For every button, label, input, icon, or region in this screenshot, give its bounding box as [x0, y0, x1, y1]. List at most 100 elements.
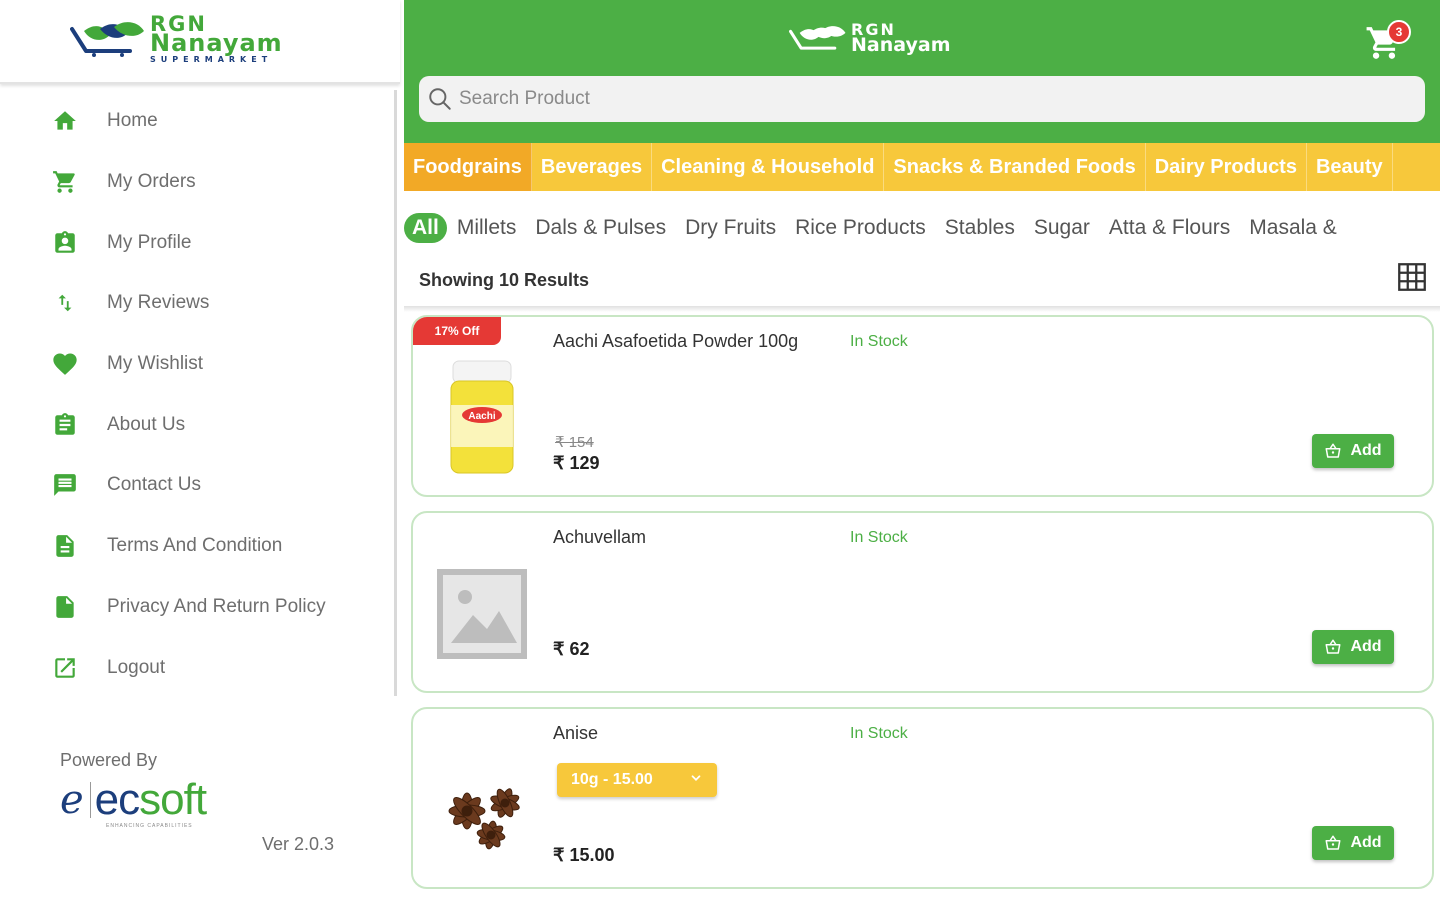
subcategory-tabs: All Millets Dals & Pulses Dry Fruits Ric… [404, 208, 1440, 248]
home-icon [51, 107, 79, 135]
product-mrp: ₹ 154 [555, 434, 594, 451]
sidebar-item-my-reviews[interactable]: My Reviews [0, 273, 394, 334]
subtab-millets[interactable]: Millets [457, 216, 517, 240]
subtab-atta-flours[interactable]: Atta & Flours [1109, 216, 1230, 240]
product-card[interactable]: 17% Off Aachi Aachi Asafoetida Powder 10… [411, 315, 1434, 497]
cart-icon [51, 168, 79, 196]
tab-cleaning-household[interactable]: Cleaning & Household [652, 143, 885, 191]
list-header-shadow [404, 306, 1440, 312]
logout-icon [51, 654, 79, 682]
vendor-e-mark-icon: e [60, 777, 84, 823]
brand-line-2: Nanayam [150, 29, 283, 57]
sidebar-item-label: Terms And Condition [107, 535, 283, 557]
vendor-name: ecsoft [94, 775, 207, 824]
powered-by-label: Powered By [60, 750, 158, 770]
add-to-cart-button[interactable]: Add [1312, 630, 1394, 664]
search-input[interactable] [459, 88, 1359, 110]
sidebar-item-my-orders[interactable]: My Orders [0, 152, 394, 213]
product-price: ₹ 15.00 [553, 845, 615, 865]
variant-select[interactable]: 10g - 15.00 [557, 763, 717, 797]
tab-beverages[interactable]: Beverages [532, 143, 653, 191]
swap-vertical-icon [51, 289, 79, 317]
discount-badge: 17% Off [413, 317, 501, 345]
sidebar-menu: Home My Orders My Profile My Reviews My … [0, 91, 394, 698]
header-bar: RGN Nanayam 3 [404, 0, 1440, 143]
sidebar-item-label: My Profile [107, 231, 192, 253]
add-to-cart-button[interactable]: Add [1312, 826, 1394, 860]
basket-icon [1325, 639, 1341, 654]
product-name: Achuvellam [553, 527, 647, 547]
basket-icon [1325, 443, 1341, 458]
product-price: ₹ 62 [553, 639, 590, 659]
leaf-cart-logo-icon [789, 25, 846, 50]
variant-select-value: 10g - 15.00 [571, 771, 653, 788]
sidebar-item-contact-us[interactable]: Contact Us [0, 455, 394, 516]
brand-logo[interactable]: RGN Nanayam SUPERMARKET [70, 14, 283, 64]
stock-status: In Stock [850, 725, 908, 742]
sidebar-item-terms[interactable]: Terms And Condition [0, 516, 394, 577]
add-button-label: Add [1350, 638, 1382, 655]
add-button-label: Add [1350, 834, 1382, 851]
search-bar[interactable] [419, 76, 1425, 122]
sidebar-item-logout[interactable]: Logout [0, 637, 394, 698]
sidebar-item-about-us[interactable]: About Us [0, 394, 394, 455]
svg-text:Aachi: Aachi [468, 411, 495, 422]
tab-dairy-products[interactable]: Dairy Products [1146, 143, 1307, 191]
add-to-cart-button[interactable]: Add [1312, 434, 1394, 468]
product-name: Aachi Asafoetida Powder 100g [553, 331, 799, 351]
sidebar-divider [394, 90, 397, 696]
sidebar-item-label: My Wishlist [107, 353, 204, 375]
sidebar-item-privacy-policy[interactable]: Privacy And Return Policy [0, 577, 394, 638]
cart-count-badge: 3 [1387, 20, 1411, 44]
clipboard-icon [51, 411, 79, 439]
subtab-dals-pulses[interactable]: Dals & Pulses [535, 216, 666, 240]
file-icon [51, 593, 79, 621]
asafoetida-jar-image: Aachi [450, 360, 514, 474]
placeholder-image [437, 569, 527, 659]
product-card[interactable]: Achuvellam In Stock ₹ 62 Add [411, 511, 1434, 693]
subtab-masala[interactable]: Masala & [1249, 216, 1337, 240]
sidebar-item-label: Contact Us [107, 474, 201, 496]
sidebar-item-label: My Orders [107, 171, 196, 193]
stock-status: In Stock [850, 333, 908, 350]
subtab-rice-products[interactable]: Rice Products [795, 216, 926, 240]
add-button-label: Add [1350, 442, 1382, 459]
sidebar-item-my-profile[interactable]: My Profile [0, 212, 394, 273]
brand-line-3: SUPERMARKET [150, 55, 273, 64]
sidebar-header: RGN Nanayam SUPERMARKET [0, 0, 400, 84]
sidebar: RGN Nanayam SUPERMARKET Home My Orders M… [0, 0, 400, 900]
leaf-cart-logo-icon [70, 22, 144, 57]
vendor-logo-separator [89, 782, 91, 818]
product-name: Anise [553, 723, 599, 743]
heart-icon [51, 350, 79, 378]
sidebar-item-label: Privacy And Return Policy [107, 595, 326, 617]
vendor-logo: e ecsoft ENHANCING CAPABILITIES [60, 775, 207, 830]
subtab-sugar[interactable]: Sugar [1034, 216, 1090, 240]
product-price: ₹ 129 [553, 453, 600, 473]
tab-snacks-branded-foods[interactable]: Snacks & Branded Foods [884, 143, 1146, 191]
sidebar-item-label: Home [107, 110, 158, 132]
grid-view-icon[interactable] [1395, 260, 1429, 294]
header-logo[interactable]: RGN Nanayam [789, 22, 951, 55]
chat-icon [51, 471, 79, 499]
vendor-tagline: ENHANCING CAPABILITIES [106, 823, 193, 829]
star-anise-image [448, 788, 520, 850]
subtab-stables[interactable]: Stables [945, 216, 1015, 240]
document-icon [51, 532, 79, 560]
category-tabs: Foodgrains Beverages Cleaning & Househol… [404, 143, 1440, 191]
profile-badge-icon [51, 229, 79, 257]
search-icon [429, 88, 451, 110]
product-card[interactable]: Anise In Stock 10g - 15.00 ₹ 15.00 Add [411, 707, 1434, 889]
sidebar-item-my-wishlist[interactable]: My Wishlist [0, 334, 394, 395]
subtab-all[interactable]: All [404, 213, 447, 243]
subtab-dry-fruits[interactable]: Dry Fruits [685, 216, 776, 240]
sidebar-item-label: My Reviews [107, 292, 210, 314]
tab-beauty[interactable]: Beauty [1307, 143, 1393, 191]
basket-icon [1325, 835, 1341, 850]
header-logo-line-2: Nanayam [851, 34, 951, 56]
results-count: Showing 10 Results [419, 270, 590, 290]
app-version: Ver 2.0.3 [262, 834, 335, 854]
tab-foodgrains[interactable]: Foodgrains [404, 143, 532, 191]
sidebar-item-label: Logout [107, 656, 166, 678]
sidebar-item-home[interactable]: Home [0, 91, 394, 152]
